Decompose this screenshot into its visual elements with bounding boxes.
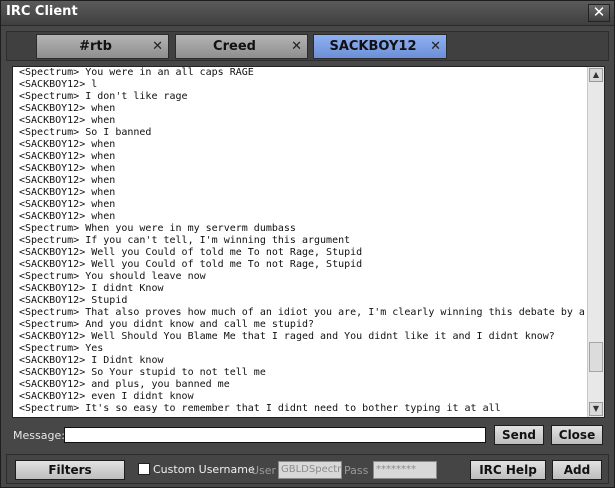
chat-line: <Spectrum> And you didnt know and call m…: [19, 319, 315, 330]
pass-field[interactable]: ********: [373, 461, 437, 479]
chat-line: <SACKBOY12> when: [19, 199, 116, 210]
chat-line: <SACKBOY12> Well Should You Blame Me tha…: [19, 331, 555, 342]
chat-line: <SACKBOY12> when: [19, 163, 116, 174]
close-button[interactable]: Close: [551, 425, 603, 445]
chat-line: <SACKBOY12> Stupid: [19, 295, 128, 306]
vertical-scrollbar[interactable]: ▲ ▼: [587, 67, 604, 417]
user-label: User: [251, 464, 277, 477]
chat-line: <SACKBOY12> I Didnt know: [19, 355, 164, 366]
tab-close-icon[interactable]: ✕: [291, 39, 302, 54]
tab-sackboy12[interactable]: SACKBOY12 ✕: [313, 34, 447, 59]
tab-label: #rtb: [79, 39, 112, 54]
chat-line: <SACKBOY12> even I didnt know: [19, 391, 194, 402]
chat-line: <Spectrum> I don't like rage: [19, 91, 188, 102]
tab-label: SACKBOY12: [329, 39, 417, 54]
tab-close-icon[interactable]: ✕: [430, 39, 441, 54]
chat-line: <SACKBOY12> when: [19, 139, 116, 150]
chat-line: <Spectrum> If you can't tell, I'm winnin…: [19, 235, 351, 246]
message-label: Message:: [13, 429, 65, 442]
chat-log[interactable]: <Spectrum> You were in an all caps RAGE <…: [12, 66, 605, 418]
send-button[interactable]: Send: [494, 425, 544, 445]
chat-line: <Spectrum> You were in an all caps RAGE: [19, 67, 254, 78]
irc-help-button[interactable]: IRC Help: [470, 460, 546, 480]
close-icon: ✕: [592, 3, 606, 21]
chat-line: <SACKBOY12> when: [19, 187, 116, 198]
chat-line: <SACKBOY12> So Your stupid to not tell m…: [19, 367, 266, 378]
chat-line: <SACKBOY12> and plus, you banned me: [19, 379, 230, 390]
filters-button[interactable]: Filters: [15, 460, 125, 480]
chat-line: <SACKBOY12> Well you Could of told me To…: [19, 259, 363, 270]
scroll-down-icon[interactable]: ▼: [589, 402, 603, 416]
tab-close-icon[interactable]: ✕: [152, 39, 163, 54]
chat-line: <Spectrum> You should leave now: [19, 271, 206, 282]
chat-line: <SACKBOY12> I didnt Know: [19, 283, 164, 294]
irc-client-window: IRC Client ✕ #rtb ✕ Creed ✕ SACKBOY12 ✕ …: [0, 0, 615, 488]
chat-line: <SACKBOY12> when: [19, 175, 116, 186]
tab-label: Creed: [213, 39, 256, 54]
pass-label: Pass: [344, 464, 369, 477]
message-input[interactable]: [64, 427, 486, 443]
window-close-button[interactable]: ✕: [588, 4, 610, 22]
chat-line: <Spectrum> So I banned: [19, 127, 152, 138]
chat-line: <Spectrum> It's so easy to remember that…: [19, 403, 501, 414]
tab-rtb[interactable]: #rtb ✕: [36, 34, 169, 59]
scroll-up-icon[interactable]: ▲: [589, 68, 603, 82]
custom-username-checkbox[interactable]: [138, 463, 150, 475]
chat-line: <Spectrum> That also proves how much of …: [19, 307, 605, 318]
window-title: IRC Client: [6, 4, 78, 19]
chat-line: <SACKBOY12> l: [19, 79, 98, 90]
chat-lines: <Spectrum> You were in an all caps RAGE <…: [19, 67, 605, 415]
chat-line: <Spectrum> When you were in my serverm d…: [19, 223, 296, 234]
custom-username-label: Custom Username: [153, 463, 255, 476]
scroll-thumb[interactable]: [589, 342, 603, 373]
title-bar[interactable]: IRC Client ✕: [1, 1, 614, 26]
chat-line: <SACKBOY12> when: [19, 103, 116, 114]
add-button[interactable]: Add: [552, 460, 602, 480]
user-field[interactable]: GBLDSpectr: [278, 461, 342, 479]
chat-line: <SACKBOY12> when: [19, 211, 116, 222]
chat-line: <SACKBOY12> when: [19, 115, 116, 126]
chat-line: <SACKBOY12> Well you Could of told me To…: [19, 247, 363, 258]
tab-creed[interactable]: Creed ✕: [175, 34, 308, 59]
chat-line: <SACKBOY12> when: [19, 151, 116, 162]
chat-line: <Spectrum> Yes: [19, 343, 104, 354]
